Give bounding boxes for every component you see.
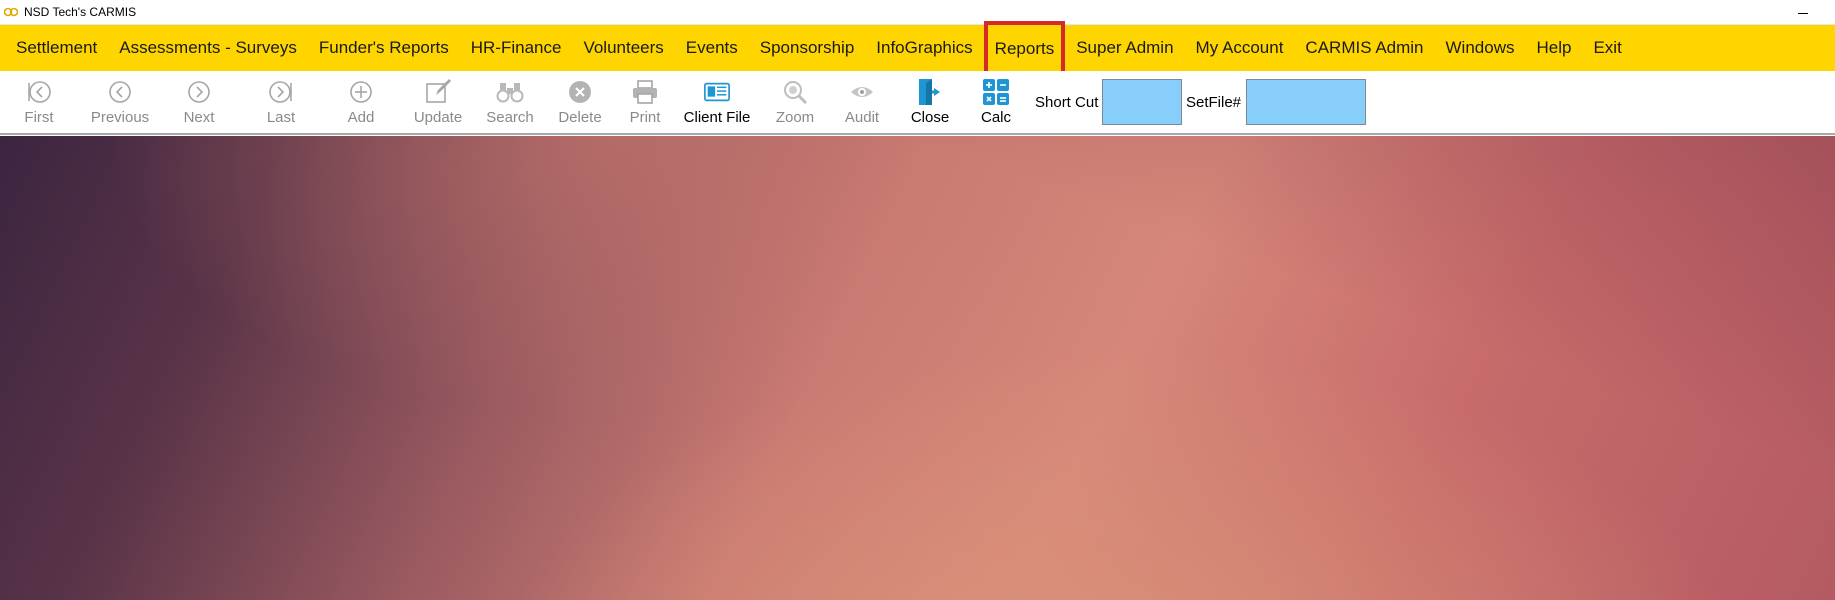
next-label: Next xyxy=(183,109,215,126)
edit-icon xyxy=(426,79,451,103)
menu-infographics[interactable]: InfoGraphics xyxy=(865,25,983,71)
menu-exit[interactable]: Exit xyxy=(1582,25,1632,71)
print-label: Print xyxy=(629,109,661,126)
update-button[interactable]: Update xyxy=(412,71,464,133)
delete-label: Delete xyxy=(558,109,602,126)
calc-button[interactable]: Calc xyxy=(980,71,1012,133)
previous-button[interactable]: Previous xyxy=(88,71,152,133)
calculator-icon xyxy=(983,79,1009,105)
last-icon xyxy=(269,81,292,103)
audit-button[interactable]: Audit xyxy=(844,71,880,133)
update-label: Update xyxy=(413,109,463,126)
menu-volunteers[interactable]: Volunteers xyxy=(572,25,674,71)
last-label: Last xyxy=(266,109,296,126)
menu-windows[interactable]: Windows xyxy=(1435,25,1526,71)
client-file-button[interactable]: Client File xyxy=(684,71,750,133)
menu-my-account[interactable]: My Account xyxy=(1185,25,1295,71)
menu-funders-reports[interactable]: Funder's Reports xyxy=(308,25,460,71)
close-label: Close xyxy=(910,109,950,126)
first-icon xyxy=(28,81,51,103)
next-button[interactable]: Next xyxy=(180,71,218,133)
add-icon xyxy=(350,81,372,103)
add-button[interactable]: Add xyxy=(344,71,378,133)
binoculars-icon xyxy=(496,83,524,103)
first-button[interactable]: First xyxy=(22,71,56,133)
menu-hr-finance[interactable]: HR-Finance xyxy=(460,25,573,71)
previous-label: Previous xyxy=(90,109,150,126)
menu-help[interactable]: Help xyxy=(1525,25,1582,71)
last-button[interactable]: Last xyxy=(264,71,298,133)
desktop-background xyxy=(0,136,1835,600)
menu-events[interactable]: Events xyxy=(675,25,749,71)
delete-button[interactable]: Delete xyxy=(556,71,604,133)
title-bar: NSD Tech's CARMIS xyxy=(0,0,1835,25)
menu-sponsorship[interactable]: Sponsorship xyxy=(749,25,866,71)
menu-reports[interactable]: Reports xyxy=(983,20,1066,77)
zoom-icon xyxy=(784,81,808,105)
menu-carmis-admin[interactable]: CARMIS Admin xyxy=(1294,25,1434,71)
previous-icon xyxy=(109,81,131,103)
add-label: Add xyxy=(347,109,375,126)
setfile-input[interactable] xyxy=(1246,79,1366,125)
search-button[interactable]: Search xyxy=(486,71,534,133)
first-label: First xyxy=(24,109,54,126)
zoom-button[interactable]: Zoom xyxy=(774,71,816,133)
record-toolbar: First Previous Next Last Add Update Sear… xyxy=(0,71,1835,135)
eye-icon xyxy=(851,87,873,97)
app-logo-icon xyxy=(4,7,18,17)
printer-icon xyxy=(633,80,657,104)
setfile-label: SetFile# xyxy=(1186,94,1242,111)
exit-door-icon xyxy=(919,79,940,105)
zoom-label: Zoom xyxy=(775,109,815,126)
close-button[interactable]: Close xyxy=(910,71,950,133)
main-menu-bar: Settlement Assessments - Surveys Funder'… xyxy=(0,20,1835,77)
client-file-label: Client File xyxy=(683,109,751,126)
window-title: NSD Tech's CARMIS xyxy=(24,5,137,19)
menu-assessments-surveys[interactable]: Assessments - Surveys xyxy=(108,25,308,71)
next-icon xyxy=(188,81,210,103)
client-file-icon xyxy=(704,82,730,102)
minimize-button[interactable] xyxy=(1793,6,1813,20)
calc-label: Calc xyxy=(980,109,1011,126)
menu-settlement[interactable]: Settlement xyxy=(5,25,108,71)
menu-super-admin[interactable]: Super Admin xyxy=(1065,25,1184,71)
shortcut-input[interactable] xyxy=(1102,79,1182,125)
audit-label: Audit xyxy=(844,109,880,126)
minimize-icon xyxy=(1798,12,1808,14)
shortcut-label: Short Cut xyxy=(1035,94,1099,111)
print-button[interactable]: Print xyxy=(628,71,662,133)
search-label: Search xyxy=(486,109,534,126)
delete-icon xyxy=(569,81,591,103)
